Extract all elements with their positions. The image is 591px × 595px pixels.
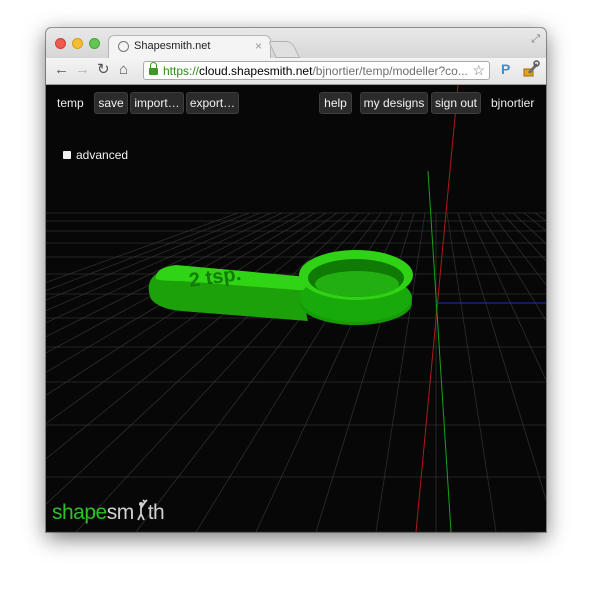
extension-p-icon[interactable]: P xyxy=(501,61,510,77)
window-controls xyxy=(55,38,100,49)
grid-line xyxy=(468,212,546,382)
home-button[interactable]: ⌂ xyxy=(119,61,128,79)
advanced-toggle[interactable]: advanced xyxy=(63,148,128,162)
advanced-label: advanced xyxy=(76,148,129,162)
logo-shape-text: shape xyxy=(52,501,107,524)
sign-out-button[interactable]: sign out xyxy=(431,92,481,114)
bookmark-star-icon[interactable]: ☆ xyxy=(472,62,485,79)
advanced-checkbox[interactable] xyxy=(63,150,71,159)
grid-line xyxy=(46,212,316,373)
shapesmith-logo: shapesm th xyxy=(52,499,165,526)
url-host: cloud.shapesmith.net xyxy=(199,64,313,78)
username: bjnortier xyxy=(491,96,535,110)
minimize-window-button[interactable] xyxy=(72,38,83,49)
close-window-button[interactable] xyxy=(55,38,66,49)
save-button[interactable]: save xyxy=(94,92,128,114)
new-tab-button[interactable] xyxy=(268,41,300,58)
grid-line xyxy=(46,212,272,312)
export-button[interactable]: export… xyxy=(186,92,239,114)
grid-line xyxy=(490,212,546,286)
grid-line xyxy=(46,212,305,354)
grid-line xyxy=(46,212,250,292)
reload-button[interactable]: ↻ xyxy=(97,61,110,79)
lock-icon xyxy=(149,62,158,75)
browser-tab[interactable]: Shapesmith.net × xyxy=(108,35,271,58)
blacksmith-figure-icon xyxy=(134,499,148,521)
back-button[interactable]: ← xyxy=(54,61,69,79)
browser-window: Shapesmith.net × ⤢ ← → ↻ ⌂ https://cloud… xyxy=(46,28,546,532)
measuring-spoon-model: 2 tsp. xyxy=(148,250,413,325)
grid-line xyxy=(534,212,546,222)
logo-smith-suffix: th xyxy=(147,501,165,524)
grid-line xyxy=(46,212,338,424)
y-axis-line xyxy=(427,170,452,532)
grid-line xyxy=(501,212,546,262)
url-scheme: https:// xyxy=(163,64,200,78)
tab-title: Shapesmith.net xyxy=(134,40,211,52)
grid-line xyxy=(46,212,261,301)
grid-line xyxy=(446,212,497,532)
url-text: https://cloud.shapesmith.net/bjnortier/t… xyxy=(163,63,468,79)
zoom-window-button[interactable] xyxy=(89,38,100,49)
my-designs-button[interactable]: my designs xyxy=(360,92,428,114)
forward-button[interactable]: → xyxy=(75,61,90,79)
close-tab-icon[interactable]: × xyxy=(255,39,262,53)
workplane-grid xyxy=(46,212,546,532)
grid-line xyxy=(46,212,294,338)
grid-line xyxy=(46,212,327,396)
fullscreen-icon[interactable]: ⤢ xyxy=(531,33,540,46)
url-path: /bjnortier/temp/modeller?co... xyxy=(312,64,468,78)
address-bar[interactable]: https://cloud.shapesmith.net/bjnortier/t… xyxy=(143,61,490,80)
title-bar: Shapesmith.net × ⤢ xyxy=(46,28,546,58)
grid-line xyxy=(479,212,546,322)
import-button[interactable]: import… xyxy=(130,92,184,114)
shapesmith-app: 2 tsp. temp save import… export… help my… xyxy=(46,85,546,532)
logo-smith-prefix: sm xyxy=(106,501,135,524)
globe-icon xyxy=(118,41,129,52)
design-name: temp xyxy=(57,96,84,110)
wrench-menu-icon[interactable] xyxy=(522,60,540,78)
help-button[interactable]: help xyxy=(319,92,352,114)
browser-toolbar: ← → ↻ ⌂ https://cloud.shapesmith.net/bjn… xyxy=(46,58,546,85)
